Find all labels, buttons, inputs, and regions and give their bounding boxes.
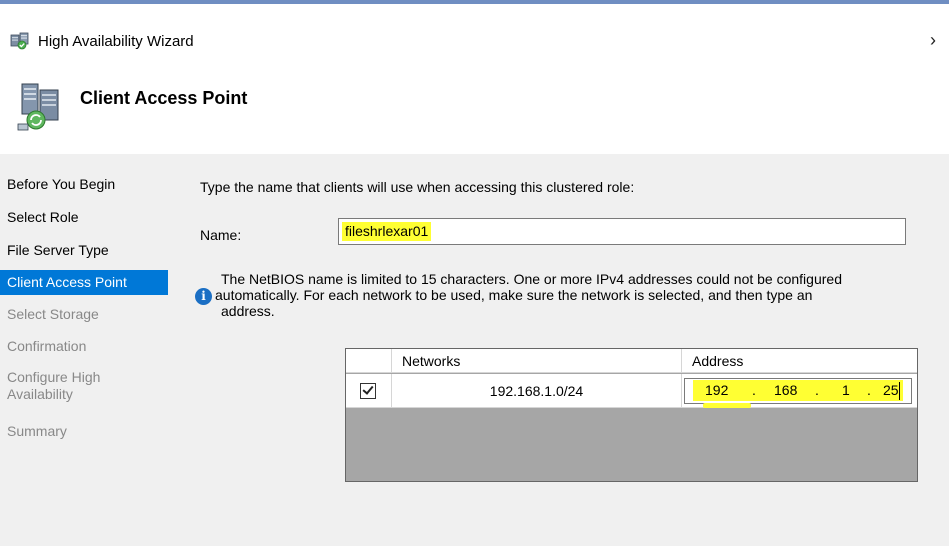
step-select-role[interactable]: Select Role xyxy=(0,208,168,227)
instruction-text: Type the name that clients will use when… xyxy=(200,179,635,195)
page-title: Client Access Point xyxy=(80,88,248,108)
ip-address-input[interactable]: 192 . 168 . 1 . 25 xyxy=(684,378,912,408)
ip-dot: . xyxy=(815,382,819,398)
info-line-3: address. xyxy=(221,303,275,319)
ip-octet-1: 192 xyxy=(705,382,729,398)
ip-octet-4: 25 xyxy=(883,382,899,398)
netbios-info-text: The NetBIOS name is limited to 15 charac… xyxy=(215,271,931,319)
cluster-wizard-icon xyxy=(10,32,29,50)
row-select-cell xyxy=(346,374,392,408)
name-label: Name: xyxy=(200,227,242,243)
wizard-steps-sidebar: Before You Begin Select Role File Server… xyxy=(0,154,175,546)
step-file-server-type[interactable]: File Server Type xyxy=(0,241,168,260)
step-configure-high-availability: Configure High Availability xyxy=(7,369,101,402)
step-before-you-begin[interactable]: Before You Begin xyxy=(0,175,168,194)
step-client-access-point[interactable]: Client Access Point xyxy=(0,270,168,295)
title-bar: High Availability Wizard › xyxy=(0,4,949,66)
network-select-checkbox[interactable] xyxy=(360,383,376,399)
network-cell: 192.168.1.0/24 xyxy=(392,374,682,408)
checkmark-icon xyxy=(362,383,374,395)
step-select-storage: Select Storage xyxy=(7,306,99,322)
table-row: 192.168.1.0/24 192 . 168 . 1 . 25 xyxy=(346,374,917,408)
name-input-value: fileshrlexar01 xyxy=(342,222,432,241)
info-line-1: The NetBIOS name is limited to 15 charac… xyxy=(221,271,842,287)
server-cluster-icon xyxy=(17,83,59,131)
column-header-select xyxy=(346,349,392,373)
column-header-address[interactable]: Address xyxy=(682,349,917,373)
ip-highlight-mark xyxy=(703,403,751,408)
text-caret xyxy=(899,382,900,400)
networks-grid: Networks Address 192.168.1.0/24 192 . 16… xyxy=(345,348,918,482)
window-title: High Availability Wizard xyxy=(38,33,194,50)
close-button[interactable]: › xyxy=(930,28,949,52)
ip-dot: . xyxy=(867,382,871,398)
info-line-2: automatically. For each network to be us… xyxy=(215,287,813,303)
ip-octet-3: 1 xyxy=(842,382,850,398)
wizard-content: Type the name that clients will use when… xyxy=(175,154,949,546)
ip-dot: . xyxy=(752,382,756,398)
page-header: Client Access Point xyxy=(0,66,949,154)
step-summary: Summary xyxy=(7,423,67,439)
info-icon: i xyxy=(195,288,212,305)
grid-header: Networks Address xyxy=(346,349,917,373)
ip-octet-2: 168 xyxy=(774,382,798,398)
column-header-networks[interactable]: Networks xyxy=(392,349,682,373)
step-confirmation: Confirmation xyxy=(7,338,87,354)
